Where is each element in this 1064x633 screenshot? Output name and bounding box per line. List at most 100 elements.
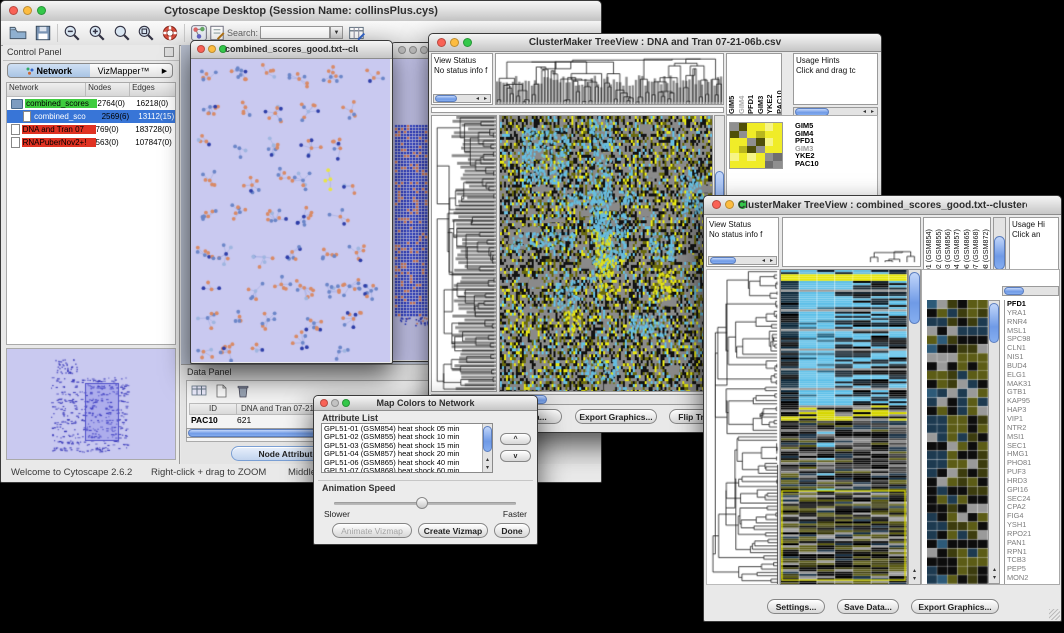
matrix-cell[interactable] — [739, 146, 748, 154]
matrix-cell[interactable] — [773, 161, 782, 169]
matrix-cell[interactable] — [765, 138, 774, 146]
minimize-button[interactable] — [725, 200, 734, 209]
network-overview-panel[interactable] — [6, 348, 176, 460]
col-header-nodes[interactable]: Nodes — [86, 83, 130, 96]
matrix-cell[interactable] — [773, 123, 782, 131]
treeview1-titlebar[interactable]: ClusterMaker TreeView : DNA and Tran 07-… — [429, 34, 881, 52]
tv1-row-labels[interactable]: GIM5GIM4PFD1GIM3YKE2PAC10 — [795, 122, 819, 168]
zoom-button[interactable] — [420, 46, 428, 54]
tv2-settings-button[interactable]: Settings... — [767, 599, 825, 614]
main-titlebar[interactable]: Cytoscape Desktop (Session Name: collins… — [1, 1, 601, 22]
matrix-cell[interactable] — [756, 161, 765, 169]
matrix-cell[interactable] — [730, 153, 739, 161]
tab-network[interactable]: Network — [7, 63, 91, 78]
matrix-cell[interactable] — [739, 138, 748, 146]
matrix-cell[interactable] — [739, 153, 748, 161]
minimize-button[interactable] — [23, 6, 32, 15]
matrix-cell[interactable] — [765, 123, 774, 131]
zoom-fit-icon[interactable] — [113, 24, 131, 42]
tv2-status-scrollbar[interactable]: ◂▸ — [708, 256, 777, 265]
tv2-gene-list[interactable]: PFD1YRA1RNR4MSL1SPC98CLN1NIS1BUD4ELG1MAK… — [1004, 300, 1062, 584]
matrix-cell[interactable] — [773, 138, 782, 146]
close-button[interactable] — [437, 38, 446, 47]
zoom-in-icon[interactable] — [88, 24, 106, 42]
create-vizmap-button[interactable]: Create Vizmap — [418, 523, 488, 538]
attribute-list-scrollbar[interactable]: ▴▾ — [482, 424, 492, 472]
attribute-list[interactable]: GPL51-01 (GSM854) heat shock 05 minGPL51… — [321, 423, 493, 473]
minimize-button[interactable] — [331, 399, 339, 407]
speed-slider-thumb[interactable] — [416, 497, 428, 509]
matrix-cell[interactable] — [739, 131, 748, 139]
tab-vizmapper[interactable]: VizMapper™ — [90, 63, 158, 78]
column-label[interactable]: GIM4 — [737, 54, 747, 114]
network-tree-row[interactable]: combined_sco2569(6)13112(15) — [7, 110, 175, 123]
close-button[interactable] — [398, 46, 406, 54]
tv1-row-dendrogram[interactable] — [431, 115, 497, 392]
tv1-zoom-matrix[interactable] — [729, 122, 783, 169]
column-label[interactable]: GIM5 — [727, 54, 737, 114]
matrix-cell[interactable] — [765, 131, 774, 139]
done-button[interactable]: Done — [494, 523, 530, 538]
tv1-column-dendrogram[interactable] — [495, 53, 724, 105]
matrix-cell[interactable] — [773, 146, 782, 154]
matrix-cell[interactable] — [730, 138, 739, 146]
tv2-export-graphics-button[interactable]: Export Graphics... — [911, 599, 999, 614]
attribute-list-item[interactable]: GPL51-07 (GSM868) heat shock 60 min — [324, 467, 490, 473]
network-view-titlebar[interactable]: combined_scores_good.txt--cluste... — [191, 41, 392, 59]
matrix-cell[interactable] — [747, 146, 756, 154]
column-label[interactable]: PFD1 — [746, 54, 756, 114]
close-button[interactable] — [712, 200, 721, 209]
matrix-cell[interactable] — [756, 153, 765, 161]
matrix-cell[interactable] — [773, 131, 782, 139]
tv1-status-scrollbar[interactable]: ◂▸ — [433, 94, 491, 103]
animate-vizmap-button[interactable]: Animate Vizmap — [332, 523, 412, 538]
close-button[interactable] — [9, 6, 18, 15]
move-down-button[interactable]: v — [500, 450, 531, 462]
tab-overflow-button[interactable]: ▶ — [157, 63, 173, 78]
matrix-cell[interactable] — [730, 161, 739, 169]
delete-attribute-icon[interactable] — [235, 383, 253, 401]
close-button[interactable] — [320, 399, 328, 407]
dp-col-id[interactable]: ID — [190, 404, 237, 414]
matrix-cell[interactable] — [739, 123, 748, 131]
minimize-button[interactable] — [208, 45, 216, 53]
tv2-global-vscrollbar[interactable]: ▴▾ — [908, 269, 921, 585]
matrix-cell[interactable] — [730, 131, 739, 139]
matrix-cell[interactable] — [765, 161, 774, 169]
row-label[interactable]: PAC10 — [795, 160, 819, 168]
help-lifebuoy-icon[interactable] — [161, 24, 179, 42]
matrix-cell[interactable] — [730, 123, 739, 131]
matrix-cell[interactable] — [739, 161, 748, 169]
matrix-cell[interactable] — [756, 123, 765, 131]
matrix-cell[interactable] — [756, 131, 765, 139]
save-icon[interactable] — [34, 24, 52, 42]
minimize-button[interactable] — [450, 38, 459, 47]
matrix-cell[interactable] — [747, 123, 756, 131]
minimize-button[interactable] — [409, 46, 417, 54]
matrix-cell[interactable] — [765, 153, 774, 161]
tv2-save-data-button[interactable]: Save Data... — [837, 599, 899, 614]
column-label[interactable]: GIM3 — [756, 54, 766, 114]
tv2-zoom-heatmap[interactable] — [927, 300, 988, 584]
matrix-cell[interactable] — [756, 138, 765, 146]
tv1-export-graphics-button[interactable]: Export Graphics... — [575, 409, 657, 424]
col-header-edges[interactable]: Edges — [130, 83, 175, 96]
float-panel-icon[interactable] — [164, 47, 174, 57]
dialog-titlebar[interactable]: Map Colors to Network — [314, 396, 537, 411]
network-canvas[interactable] — [191, 59, 390, 362]
tv2-zoom-vscrollbar[interactable]: ▴▾ — [988, 300, 1000, 584]
open-file-icon[interactable] — [9, 24, 27, 42]
network-tree-row[interactable]: combined_scores2764(0)16218(0) — [7, 97, 175, 110]
tv2-genelist-hscrollbar[interactable] — [1002, 286, 1059, 296]
network-tree-row[interactable]: DNA and Tran 07769(0)183728(0) — [7, 123, 175, 136]
network-tree-row[interactable]: RNAPuberNov2+!563(0)107847(0) — [7, 136, 175, 149]
gene-label[interactable]: MON2 — [1007, 574, 1062, 583]
search-dropdown-button[interactable]: ▼ — [330, 26, 343, 39]
close-button[interactable] — [197, 45, 205, 53]
overview-canvas[interactable] — [7, 349, 175, 459]
matrix-cell[interactable] — [773, 153, 782, 161]
search-input[interactable] — [260, 26, 330, 39]
col-header-network[interactable]: Network — [7, 83, 86, 96]
column-label[interactable]: YKE2 — [765, 54, 775, 114]
zoom-out-icon[interactable] — [63, 24, 81, 42]
